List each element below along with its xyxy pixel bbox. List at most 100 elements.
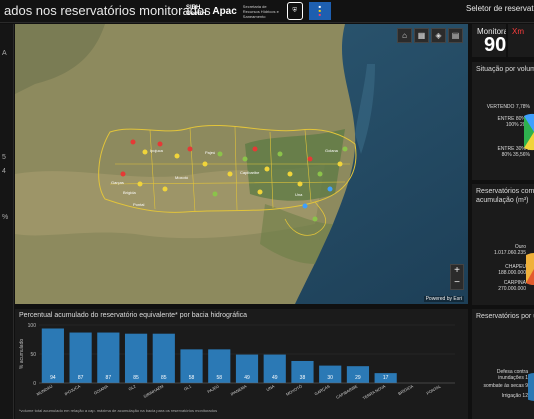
bar-value-label: 87 bbox=[106, 375, 112, 381]
reservoir-marker[interactable] bbox=[174, 153, 180, 159]
y-tick-label: 50 bbox=[30, 352, 36, 358]
crest-icon: ⛨ bbox=[286, 2, 303, 20]
pie-slice bbox=[528, 373, 534, 401]
basin-label: Moxotó bbox=[175, 175, 189, 180]
basemap-icon[interactable]: ▤ bbox=[448, 28, 463, 43]
bar-value-label: 49 bbox=[272, 375, 278, 381]
pie-label: sombate às secas 9 bbox=[483, 383, 528, 389]
basin-label: Brígida bbox=[123, 190, 136, 195]
reservoir-marker[interactable] bbox=[212, 191, 218, 197]
pie-label: Ouro 1.017.060.235 bbox=[494, 244, 526, 256]
x-tick-label: GL2 bbox=[128, 383, 138, 391]
acumulacao-pie bbox=[526, 253, 534, 286]
home-icon[interactable]: ⌂ bbox=[397, 28, 412, 43]
map-view[interactable]: Ipojuca Capibaribe Goiana Una Moxotó Paj… bbox=[15, 24, 468, 304]
x-tick-label: SIRINHAÉM bbox=[143, 384, 165, 399]
basin-label: Pontal bbox=[133, 202, 144, 207]
x-tick-label: MOXOTÓ bbox=[285, 384, 303, 397]
reservoir-marker[interactable] bbox=[137, 181, 143, 187]
reservoir-marker[interactable] bbox=[327, 186, 333, 192]
pie-label: CHAPEU 188.000.000 bbox=[498, 264, 526, 276]
bar-value-label: 38 bbox=[300, 375, 306, 381]
bar-value-label: 87 bbox=[78, 375, 84, 381]
reservoir-marker[interactable] bbox=[257, 189, 263, 195]
bar-value-label: 58 bbox=[216, 375, 222, 381]
bar-value-label: 49 bbox=[244, 375, 250, 381]
bar-value-label: 17 bbox=[383, 375, 389, 381]
reservoir-marker[interactable] bbox=[187, 146, 193, 152]
bar-value-label: 85 bbox=[133, 375, 139, 381]
map-attribution: Powered by Esri bbox=[423, 296, 464, 302]
y-tick-label: 0 bbox=[33, 381, 36, 387]
pie-label-value: inundações 1 bbox=[498, 375, 528, 381]
page-title: ados nos reservatórios monitorados bbox=[4, 3, 211, 18]
map-toolbar: ⌂ ▦ ◈ ▤ bbox=[397, 28, 463, 43]
reservoir-marker[interactable] bbox=[142, 149, 148, 155]
x-tick-label: IPOJUCA bbox=[64, 383, 82, 396]
basin-label: Una bbox=[295, 192, 303, 197]
zoom-out-button[interactable]: − bbox=[451, 277, 463, 289]
reservoir-marker[interactable] bbox=[342, 146, 348, 152]
kpi-value: 90 bbox=[484, 34, 506, 56]
pernambuco-logo: ■ ■ ■ bbox=[308, 2, 331, 20]
x-tick-label: CAPIBARIBE bbox=[335, 383, 359, 400]
x-tick-label: GOIANA bbox=[93, 383, 109, 395]
pie-label: Irrigação 12 bbox=[501, 393, 528, 399]
reservoir-marker[interactable] bbox=[252, 146, 258, 152]
chart-title: Percentual acumulado do reservatório equ… bbox=[19, 312, 248, 319]
usos-title: Reservatórios por uso bbox=[476, 313, 534, 320]
x-tick-label: UNA bbox=[265, 383, 275, 392]
x-tick-label: MUNDAÚ bbox=[36, 383, 54, 396]
basin-label: Goiana bbox=[325, 148, 339, 153]
reservoir-marker[interactable] bbox=[287, 171, 293, 177]
pie-label: CARPINA 270.000.000 bbox=[498, 280, 526, 292]
pie-label-value: 1.017.060.235 bbox=[494, 250, 526, 256]
kpi-second-card: Xm bbox=[508, 24, 534, 57]
map-canvas[interactable]: Ipojuca Capibaribe Goiana Una Moxotó Paj… bbox=[15, 24, 468, 304]
left-strip-label: A bbox=[2, 50, 7, 57]
reservoir-marker[interactable] bbox=[264, 166, 270, 172]
reservoir-marker[interactable] bbox=[302, 203, 308, 209]
left-strip-label: % bbox=[2, 214, 9, 221]
bar-value-label: 29 bbox=[355, 375, 361, 381]
bar-chart-panel: Percentual acumulado do reservatório equ… bbox=[15, 309, 468, 419]
acumulacao-card: Reservatórios com m acumulação (m³) Ouro… bbox=[472, 184, 534, 305]
y-tick-label: 100 bbox=[28, 323, 37, 329]
reservoir-marker[interactable] bbox=[202, 161, 208, 167]
bar-value-label: 58 bbox=[189, 375, 195, 381]
reservoir-marker[interactable] bbox=[130, 139, 136, 145]
acumulacao-title: Reservatórios com m bbox=[476, 188, 534, 195]
secretaria-logo: Secretaria de Recursos Hídricos e Saneam… bbox=[242, 3, 279, 19]
reservoir-marker[interactable] bbox=[227, 171, 233, 177]
reservoir-marker[interactable] bbox=[337, 161, 343, 167]
reservoir-selector-label[interactable]: Seletor de reservatório: bbox=[466, 4, 534, 13]
x-tick-label: GARÇAS bbox=[314, 383, 331, 396]
basin-label: Garças bbox=[111, 180, 124, 185]
layers-icon[interactable]: ◈ bbox=[431, 28, 446, 43]
bar-chart: 0 50 100 % acumulado 94 MUNDAÚ 87 IPOJUCA 87 GOIA… bbox=[19, 323, 455, 401]
kpi-second-label: Xm bbox=[512, 27, 524, 36]
reservoir-marker[interactable] bbox=[162, 186, 168, 192]
reservoir-marker[interactable] bbox=[157, 141, 163, 147]
grid-icon[interactable]: ▦ bbox=[414, 28, 429, 43]
reservoir-marker[interactable] bbox=[242, 156, 248, 162]
reservoir-marker[interactable] bbox=[277, 151, 283, 157]
georh-logo-text: GeoRH bbox=[186, 11, 207, 17]
logo-group: SIRH GeoRH Apac Secretaria de Recursos H… bbox=[186, 1, 331, 21]
reservoir-marker[interactable] bbox=[307, 156, 313, 162]
situacao-title: Situação por volume bbox=[476, 66, 534, 73]
reservoir-marker[interactable] bbox=[312, 216, 318, 222]
reservoir-marker[interactable] bbox=[317, 171, 323, 177]
reservoir-marker[interactable] bbox=[120, 171, 126, 177]
reservoir-marker[interactable] bbox=[217, 151, 223, 157]
left-panel-strip: A 5 4 % bbox=[0, 24, 14, 419]
zoom-in-button[interactable]: + bbox=[451, 265, 463, 277]
top-bar: ados nos reservatórios monitorados SIRH … bbox=[0, 0, 534, 23]
sirh-logo: SIRH GeoRH bbox=[186, 5, 206, 17]
apac-logo: Apac bbox=[212, 5, 237, 17]
kpi-monitorado-card: Monitorado 90 bbox=[472, 24, 506, 57]
reservoir-marker[interactable] bbox=[297, 181, 303, 187]
usos-card: Reservatórios por uso Defesa contra inun… bbox=[472, 309, 534, 419]
bar-value-label: 94 bbox=[50, 375, 56, 381]
x-tick-label: TERRA NOVA bbox=[362, 383, 387, 400]
